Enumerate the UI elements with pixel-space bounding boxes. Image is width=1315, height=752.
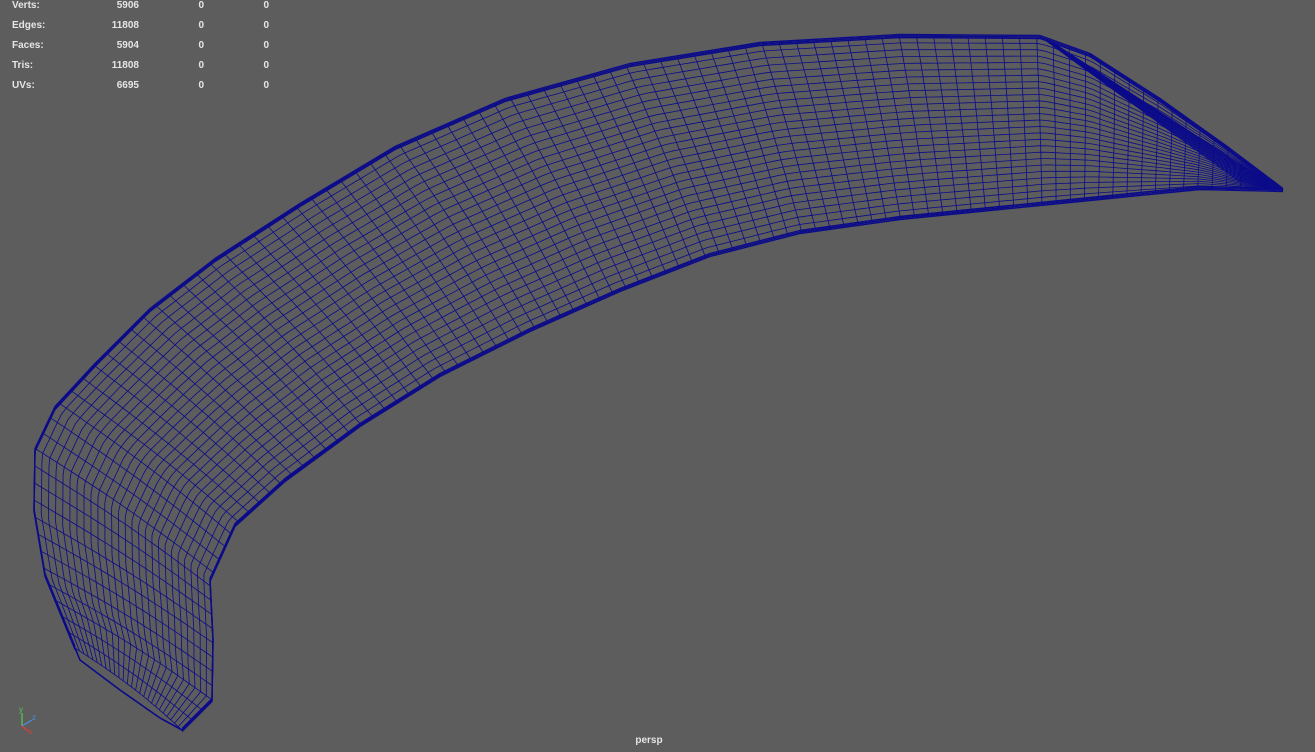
chordwise-edge-loop	[34, 465, 211, 587]
hud-row-verts: Verts: 5906 0 0	[12, 0, 272, 20]
hud-row-tris: Tris: 11808 0 0	[12, 60, 272, 80]
chordwise-edge-loop	[744, 46, 803, 232]
trailing-edge-border	[181, 187, 1284, 731]
spanwise-edge-loop	[151, 151, 1284, 704]
spanwise-edge-loop	[76, 74, 1284, 666]
hud-label: Tris:	[12, 60, 34, 71]
perspective-viewport[interactable]: Verts: 5906 0 0 Edges: 11808 0 0 Faces: …	[0, 0, 1315, 752]
spanwise-edge-loop	[83, 81, 1284, 669]
camera-name-label: persp	[635, 735, 663, 746]
hud-value: 0	[198, 80, 204, 91]
poly-count-hud: Verts: 5906 0 0 Edges: 11808 0 0 Faces: …	[12, 0, 272, 100]
hud-label: Verts:	[12, 0, 40, 11]
hud-label: Faces:	[12, 40, 44, 51]
chordwise-edge-loop	[727, 49, 789, 236]
hud-value: 11808	[111, 60, 139, 71]
hud-value: 0	[263, 60, 269, 71]
spanwise-edge-loop	[143, 138, 1284, 697]
z-axis-line	[21, 719, 33, 727]
chordwise-edge-loop	[761, 43, 817, 230]
chordwise-edge-loop	[813, 40, 859, 224]
spanwise-edge-loop	[170, 180, 1284, 721]
hud-value: 0	[263, 80, 269, 91]
spanwise-edge-loop	[62, 62, 1284, 660]
hud-value: 0	[263, 40, 269, 51]
hud-row-faces: Faces: 5904 0 0	[12, 40, 272, 60]
spanwise-edge-loop	[138, 132, 1284, 694]
spoiler-wireframe-mesh[interactable]	[0, 0, 1315, 752]
hud-value: 6695	[116, 80, 139, 91]
axis-gizmo-icon: y z x	[19, 705, 36, 734]
spanwise-edge-loop	[166, 176, 1284, 717]
chordwise-edge-loop	[847, 38, 887, 220]
spanwise-edge-loop	[55, 55, 1284, 657]
hud-value: 0	[198, 60, 204, 71]
root-end-cap	[74, 647, 183, 731]
hud-value: 0	[198, 0, 204, 11]
chordwise-edge-loop	[74, 647, 183, 731]
spanwise-edge-loop	[97, 94, 1284, 675]
spanwise-edge-loop	[181, 187, 1284, 731]
chordwise-edge-loop	[510, 98, 614, 294]
hud-label: UVs:	[12, 80, 35, 91]
trailing-edge-border	[181, 188, 1284, 732]
hud-row-edges: Edges: 11808 0 0	[12, 20, 272, 40]
chordwise-edge-loop	[118, 340, 282, 485]
chordwise-edge-loop	[526, 93, 627, 288]
chordwise-edge-loop	[659, 59, 734, 250]
hud-value: 11808	[111, 20, 139, 31]
y-axis-label: y	[19, 705, 23, 714]
chordwise-edge-loop	[710, 51, 775, 239]
spanwise-edge-loop	[90, 87, 1284, 672]
hud-label: Edges:	[12, 20, 46, 31]
hud-value: 0	[263, 0, 269, 11]
hud-value: 0	[263, 20, 269, 31]
spanwise-edge-loop	[174, 183, 1284, 724]
x-axis-label: x	[28, 727, 32, 734]
hud-value: 5904	[116, 40, 139, 51]
hud-value: 0	[198, 20, 204, 31]
chordwise-edge-loop	[609, 70, 693, 263]
z-axis-label: z	[32, 713, 36, 722]
chordwise-edge-loop	[543, 89, 640, 283]
chordwise-edge-loop	[1068, 47, 1071, 201]
spanwise-edge-loop	[147, 145, 1284, 700]
chordwise-edge-loop	[676, 57, 747, 246]
spanwise-edge-loop	[131, 126, 1284, 691]
hud-row-uvs: UVs: 6695 0 0	[12, 80, 272, 100]
hud-value: 0	[198, 40, 204, 51]
hud-value: 5906	[116, 0, 139, 11]
